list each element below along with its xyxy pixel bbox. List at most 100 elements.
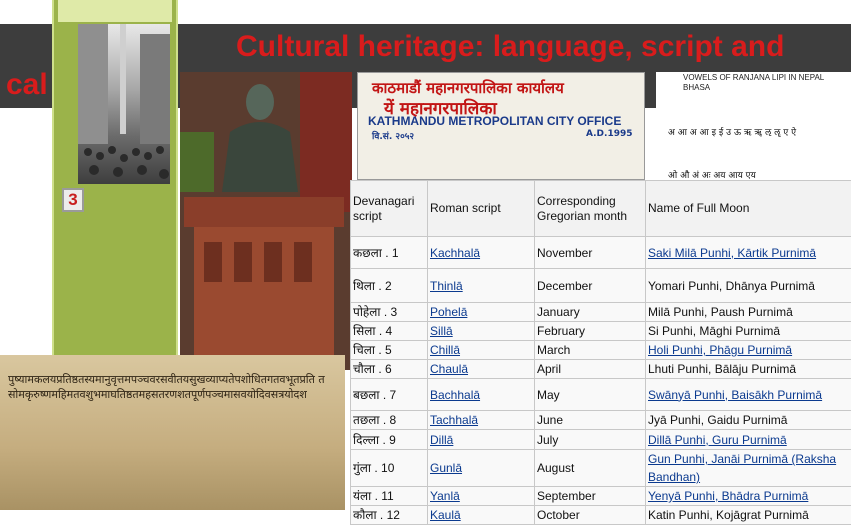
cell-full-moon: Dillā Punhi, Guru Purnimā [646, 430, 851, 450]
roman-month-link[interactable]: Thinlā [430, 279, 463, 293]
slide-title: Cultural heritage: language, script and [236, 30, 784, 64]
header-devanagari: Devanagari script [351, 181, 428, 237]
roman-month-link[interactable]: Chillā [430, 343, 460, 357]
slide-title-continuation: cal [6, 68, 48, 102]
month-number: . 7 [383, 386, 396, 404]
devanagari-month: थिला [353, 279, 375, 293]
full-moon-name[interactable]: Yenyā Punhi, Bhādra Purnimā [648, 489, 808, 503]
devanagari-month: कछला [353, 246, 382, 260]
month-number: . 2 [378, 277, 391, 295]
cell-roman: Kaulā [428, 506, 535, 525]
cell-full-moon: Saki Milā Punhi, Kārtik Purnimā [646, 237, 851, 269]
cell-devanagari: सिला . 4 [351, 322, 428, 341]
table-row: चिला . 5ChillāMarchHoli Punhi, Phāgu Pur… [351, 341, 851, 360]
cell-gregorian: March [535, 341, 646, 360]
devanagari-month: पोहेला [353, 305, 381, 319]
slide-number-badge: 3 [62, 188, 84, 212]
full-moon-name[interactable]: Holi Punhi, Phāgu Purnimā [648, 343, 792, 357]
header-roman: Roman script [428, 181, 535, 237]
cell-roman: Sillā [428, 322, 535, 341]
roman-month-link[interactable]: Sillā [430, 324, 453, 338]
vowels-title: Vowels of Ranjana Lipi in Nepal Bhasa [683, 73, 833, 93]
cell-devanagari: बछला . 7 [351, 379, 428, 411]
cell-gregorian: June [535, 411, 646, 430]
full-moon-name: Jyā Punhi, Gaidu Purnimā [648, 413, 787, 427]
cell-full-moon: Swānyā Punhi, Baisākh Purnimā [646, 379, 851, 411]
month-number: . 8 [383, 411, 396, 429]
roman-month-link[interactable]: Gunlā [430, 461, 462, 475]
full-moon-name[interactable]: Dillā Punhi, Guru Purnimā [648, 433, 787, 447]
roman-month-link[interactable]: Kaulā [430, 508, 461, 522]
full-moon-name[interactable]: Gun Punhi, Janāi Purnimā (Raksha Bandhan… [648, 452, 836, 484]
sign-nepali-heading: काठमाडौं महानगरपालिका कार्यालय [372, 78, 564, 98]
month-number: . 5 [378, 341, 391, 359]
cell-devanagari: थिला . 2 [351, 269, 428, 303]
table-row: चौला . 6ChaulāAprilLhuti Punhi, Bālāju P… [351, 360, 851, 379]
cell-roman: Gunlā [428, 450, 535, 487]
full-moon-name[interactable]: Saki Milā Punhi, Kārtik Purnimā [648, 246, 816, 260]
devanagari-month: तछला [353, 413, 380, 427]
cell-full-moon: Jyā Punhi, Gaidu Purnimā [646, 411, 851, 430]
cell-devanagari: कौला . 12 [351, 506, 428, 525]
cell-roman: Tachhalā [428, 411, 535, 430]
cell-full-moon: Si Punhi, Māghi Purnimā [646, 322, 851, 341]
cell-roman: Bachhalā [428, 379, 535, 411]
cell-devanagari: गुंला . 10 [351, 450, 428, 487]
devanagari-month: बछला [353, 388, 380, 402]
table-row: कछला . 1Kachhalā NovemberSaki Milā Punhi,… [351, 237, 851, 269]
cell-full-moon: Milā Punhi, Paush Purnimā [646, 303, 851, 322]
cell-devanagari: चौला . 6 [351, 360, 428, 379]
cell-full-moon: Gun Punhi, Janāi Purnimā (Raksha Bandhan… [646, 450, 851, 487]
month-number: . 12 [380, 506, 400, 524]
vowels-row-1: अ आ अ आ इ ई उ ऊ ऋ ॠ ऌ ॡ ए ऐ [668, 125, 796, 138]
roman-month-link[interactable]: Bachhalā [430, 388, 480, 402]
full-moon-name: Si Punhi, Māghi Purnimā [648, 324, 780, 338]
nepal-sambat-months-table: Devanagari script Roman script Correspon… [350, 180, 851, 525]
devanagari-month: चौला [353, 362, 375, 376]
table-row: यंला . 11YanlāSeptemberYenyā Punhi, Bhād… [351, 487, 851, 506]
cell-gregorian: December [535, 269, 646, 303]
cell-full-moon: Yomari Punhi, Dhānya Purnimā [646, 269, 851, 303]
table-row: पोहेला . 3PohelāJanuaryMilā Punhi, Paush… [351, 303, 851, 322]
cell-devanagari: चिला . 5 [351, 341, 428, 360]
table-row: तछला . 8TachhalāJuneJyā Punhi, Gaidu Pur… [351, 411, 851, 430]
roman-month-link[interactable]: Kachhalā [430, 246, 480, 260]
header-full-moon: Name of Full Moon [646, 181, 851, 237]
month-number: . 9 [382, 431, 395, 449]
cell-gregorian: October [535, 506, 646, 525]
roman-month-link[interactable]: Yanlā [430, 489, 460, 503]
statue-photo [180, 72, 352, 370]
cell-gregorian: February [535, 322, 646, 341]
full-moon-name: Yomari Punhi, Dhānya Purnimā [648, 279, 815, 293]
devanagari-month: सिला [353, 324, 375, 338]
cell-devanagari: तछला . 8 [351, 411, 428, 430]
sign-ad-date: A.D.1995 [586, 129, 633, 139]
cell-full-moon: Holi Punhi, Phāgu Purnimā [646, 341, 851, 360]
month-number: . 3 [384, 303, 397, 321]
cell-gregorian: November [535, 237, 646, 269]
roman-month-link[interactable]: Dillā [430, 433, 453, 447]
table-row: दिल्ला . 9DillāJulyDillā Punhi, Guru Pur… [351, 430, 851, 450]
full-moon-name[interactable]: Swānyā Punhi, Baisākh Purnimā [648, 388, 822, 402]
roman-month-link[interactable]: Chaulā [430, 362, 468, 376]
cell-devanagari: पोहेला . 3 [351, 303, 428, 322]
accent-strip-highlight [58, 0, 172, 22]
cell-roman: Chaulā [428, 360, 535, 379]
roman-month-link[interactable]: Tachhalā [430, 413, 478, 427]
cell-devanagari: कछला . 1 [351, 237, 428, 269]
devanagari-month: चिला [353, 343, 375, 357]
street-crowd-illustration [78, 24, 170, 184]
roman-month-link[interactable]: Pohelā [430, 305, 467, 319]
cell-gregorian: September [535, 487, 646, 506]
manuscript-script-text: पुष्यामकलयप्रतिष्ठतस्यमानुवृत्तमपञ्चवरसव… [8, 372, 338, 402]
cell-roman: Kachhalā [428, 237, 535, 269]
table-header-row: Devanagari script Roman script Correspon… [351, 181, 851, 237]
cell-gregorian: August [535, 450, 646, 487]
month-number: . 4 [379, 322, 392, 340]
month-number: . 11 [375, 487, 394, 505]
cell-devanagari: दिल्ला . 9 [351, 430, 428, 450]
cell-roman: Dillā [428, 430, 535, 450]
month-number: . 10 [374, 459, 394, 477]
full-moon-name: Katin Punhi, Kojāgrat Purnimā [648, 508, 809, 522]
table-row: सिला . 4SillāFebruarySi Punhi, Māghi Pur… [351, 322, 851, 341]
